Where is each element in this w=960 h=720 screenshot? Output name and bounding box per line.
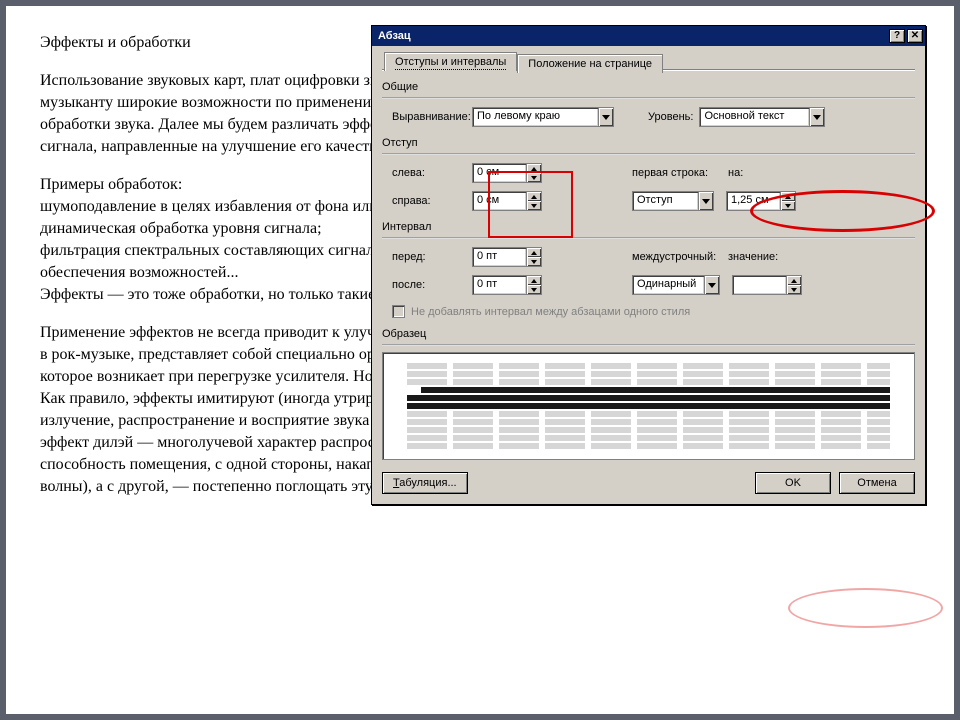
line-spacing-select[interactable]: Одинарный	[632, 275, 720, 295]
level-label: Уровень:	[648, 111, 693, 123]
spin-up-icon[interactable]	[527, 248, 541, 257]
chevron-down-icon[interactable]	[698, 191, 714, 211]
first-line-by-spinner[interactable]: 1,25 см	[726, 191, 796, 211]
level-select[interactable]: Основной текст	[699, 107, 825, 127]
spin-up-icon[interactable]	[787, 276, 801, 285]
spin-up-icon[interactable]	[527, 164, 541, 173]
spin-down-icon[interactable]	[527, 201, 541, 210]
alignment-label: Выравнивание:	[382, 111, 472, 123]
dialog-tabs: Отступы и интервалы Положение на страниц…	[382, 52, 915, 71]
cancel-button[interactable]: Отмена	[839, 472, 915, 494]
spin-down-icon[interactable]	[527, 285, 541, 294]
space-before-label: перед:	[382, 251, 472, 263]
by-label: на:	[728, 167, 768, 179]
dialog-titlebar[interactable]: Абзац ? ✕	[372, 26, 925, 46]
chevron-down-icon[interactable]	[598, 107, 614, 127]
spin-up-icon[interactable]	[527, 192, 541, 201]
first-line-select[interactable]: Отступ	[632, 191, 714, 211]
space-before-spinner[interactable]: 0 пт	[472, 247, 542, 267]
no-add-space-checkbox: Не добавлять интервал между абзацами одн…	[392, 305, 915, 318]
indent-right-spinner[interactable]: 0 см	[472, 191, 542, 211]
chevron-down-icon[interactable]	[809, 107, 825, 127]
tabulation-button[interactable]: Табуляция...	[382, 472, 468, 494]
alignment-value: По левому краю	[472, 107, 598, 127]
chevron-down-icon[interactable]	[704, 275, 720, 295]
sample-preview	[382, 352, 915, 460]
help-button[interactable]: ?	[889, 29, 905, 43]
spin-down-icon[interactable]	[787, 285, 801, 294]
first-line-label: первая строка:	[632, 167, 722, 179]
checkbox-icon	[392, 305, 405, 318]
level-value: Основной текст	[699, 107, 809, 127]
group-label: Общие	[382, 81, 915, 93]
close-button[interactable]: ✕	[907, 29, 923, 43]
spin-up-icon[interactable]	[781, 192, 795, 201]
at-label: значение:	[728, 251, 784, 263]
first-line-value: Отступ	[632, 191, 698, 211]
spin-down-icon[interactable]	[527, 173, 541, 182]
spin-down-icon[interactable]	[781, 201, 795, 210]
group-sample: Образец	[382, 328, 915, 460]
line-spacing-value: Одинарный	[632, 275, 704, 295]
checkbox-label: Не добавлять интервал между абзацами одн…	[411, 306, 690, 318]
indent-left-spinner[interactable]: 0 см	[472, 163, 542, 183]
indent-right-label: справа:	[382, 195, 472, 207]
tab-page-position[interactable]: Положение на странице	[517, 54, 663, 73]
tab-indents-spacing[interactable]: Отступы и интервалы	[384, 52, 517, 71]
group-indent: Отступ слева: 0 см первая строка: на: сп…	[382, 137, 915, 211]
indent-left-label: слева:	[382, 167, 472, 179]
space-after-spinner[interactable]: 0 пт	[472, 275, 542, 295]
paragraph-dialog: Абзац ? ✕ Отступы и интервалы Положение …	[371, 25, 926, 505]
group-label: Образец	[382, 328, 915, 340]
spin-up-icon[interactable]	[527, 276, 541, 285]
line-spacing-at-spinner[interactable]	[732, 275, 802, 295]
group-common: Общие Выравнивание: По левому краю Урове…	[382, 81, 915, 127]
line-spacing-label: междустрочный:	[632, 251, 722, 263]
group-spacing: Интервал перед: 0 пт междустрочный: знач…	[382, 221, 915, 318]
spin-down-icon[interactable]	[527, 257, 541, 266]
space-after-label: после:	[382, 279, 472, 291]
dialog-title: Абзац	[378, 30, 411, 42]
group-label: Интервал	[382, 221, 915, 233]
alignment-select[interactable]: По левому краю	[472, 107, 614, 127]
group-label: Отступ	[382, 137, 915, 149]
ok-button[interactable]: OK	[755, 472, 831, 494]
